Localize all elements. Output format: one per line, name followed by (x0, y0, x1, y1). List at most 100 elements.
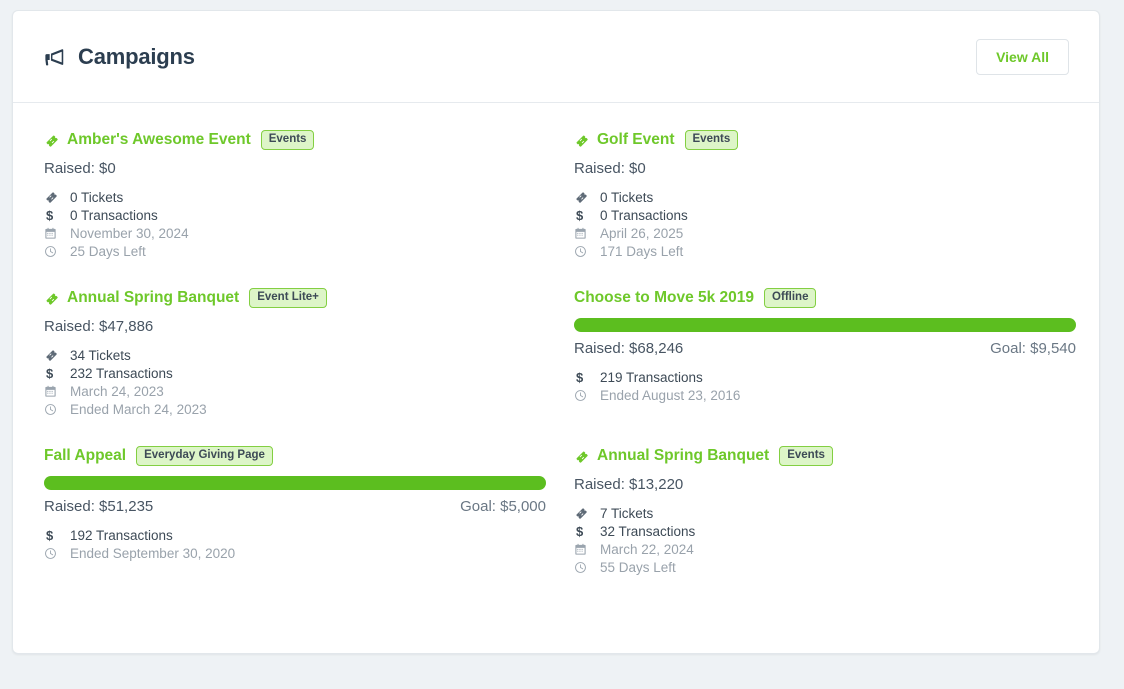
campaign-stat-row: $32 Transactions (574, 522, 1076, 540)
ticket-icon (574, 506, 592, 520)
campaign-stat-row: Ended August 23, 2016 (574, 386, 1076, 404)
ticket-icon (44, 190, 62, 204)
raised-amount: Raised: $47,886 (44, 318, 154, 335)
campaign-stat-text: 0 Transactions (70, 207, 158, 223)
campaign-title-row: Choose to Move 5k 2019 Offline (574, 287, 1076, 309)
campaign-type-badge: Events (779, 446, 833, 466)
campaign-stat-text: Ended August 23, 2016 (600, 387, 741, 403)
campaign-item: Fall Appeal Everyday Giving Page Raised: $… (44, 445, 546, 603)
ticket-icon (576, 451, 588, 463)
campaign-title-link[interactable]: Annual Spring Banquet (597, 447, 769, 465)
campaign-stat-text: 192 Transactions (70, 527, 173, 543)
campaign-stat-row: Ended September 30, 2020 (44, 544, 546, 562)
dollar-icon: $ (46, 207, 54, 223)
dollar-icon: $ (576, 369, 584, 385)
clock-icon (44, 547, 62, 560)
campaign-money-row: Raised: $0 (44, 160, 546, 177)
campaign-stat-row: 7 Tickets (574, 504, 1076, 522)
ticket-icon (46, 135, 58, 147)
campaign-stat-text: 7 Tickets (600, 505, 654, 521)
raised-amount: Raised: $68,246 (574, 340, 684, 357)
dollar-icon: $ (46, 365, 54, 381)
campaign-title-link[interactable]: Fall Appeal (44, 447, 126, 465)
goal-amount: Goal: $5,000 (460, 498, 546, 515)
campaign-title-link[interactable]: Golf Event (597, 131, 675, 149)
ticket-icon (574, 190, 592, 204)
campaign-stat-text: Ended March 24, 2023 (70, 401, 207, 417)
campaign-stat-text: 34 Tickets (70, 347, 131, 363)
campaign-stat-text: 25 Days Left (70, 243, 146, 259)
campaign-type-badge: Offline (764, 288, 817, 308)
campaign-stat-row: April 26, 2025 (574, 224, 1076, 242)
view-all-button[interactable]: View All (976, 38, 1069, 75)
campaign-stat-text: Ended September 30, 2020 (70, 545, 236, 561)
campaign-stat-text: 55 Days Left (600, 559, 676, 575)
campaign-title-link[interactable]: Choose to Move 5k 2019 (574, 289, 754, 307)
campaign-stat-row: 171 Days Left (574, 242, 1076, 260)
clock-icon (574, 245, 592, 258)
clock-icon (44, 403, 62, 416)
page-title: Campaigns (78, 43, 195, 69)
campaign-item: Annual Spring Banquet Events Raised: $13,2… (574, 445, 1076, 603)
campaign-stat-text: 219 Transactions (600, 369, 703, 385)
campaign-stat-text: 32 Transactions (600, 523, 696, 539)
campaign-stat-row: March 24, 2023 (44, 382, 546, 400)
campaign-stat-row: $219 Transactions (574, 368, 1076, 386)
raised-amount: Raised: $51,235 (44, 498, 154, 515)
campaign-grid: Amber's Awesome Event Events Raised: $0 0 T… (44, 129, 1076, 603)
card-header: Campaigns View All (13, 11, 1099, 103)
campaign-stat-row: 25 Days Left (44, 242, 546, 260)
campaign-title-link[interactable]: Annual Spring Banquet (67, 289, 239, 307)
campaign-money-row: Raised: $0 (574, 160, 1076, 177)
campaign-type-badge: Event Lite+ (249, 288, 327, 308)
campaign-title-row: Annual Spring Banquet Event Lite+ (44, 287, 546, 309)
campaign-stat-text: 0 Tickets (70, 189, 124, 205)
campaign-stats-list: 0 Tickets $0 Transactions April 26, 2025 17… (574, 188, 1076, 260)
clock-icon (574, 389, 592, 402)
dollar-icon: $ (576, 523, 584, 539)
campaign-stats-list: 34 Tickets $232 Transactions March 24, 202… (44, 346, 546, 418)
campaign-title-row: Golf Event Events (574, 129, 1076, 151)
campaign-stats-list: $192 Transactions Ended September 30, 202… (44, 526, 546, 562)
campaigns-card: Campaigns View All Amber's Awesome Event… (12, 10, 1100, 654)
raised-amount: Raised: $0 (44, 160, 116, 177)
campaign-stat-row: Ended March 24, 2023 (44, 400, 546, 418)
campaign-title-link[interactable]: Amber's Awesome Event (67, 131, 251, 149)
ticket-icon (44, 348, 62, 362)
campaign-title-row: Fall Appeal Everyday Giving Page (44, 445, 546, 467)
campaign-stat-text: November 30, 2024 (70, 225, 189, 241)
campaign-stat-text: April 26, 2025 (600, 225, 684, 241)
campaign-stat-row: $0 Transactions (44, 206, 546, 224)
campaign-stat-text: 0 Tickets (600, 189, 654, 205)
calendar-icon (574, 543, 592, 556)
raised-amount: Raised: $13,220 (574, 476, 684, 493)
dollar-icon: $ (46, 527, 54, 543)
calendar-icon (574, 227, 592, 240)
calendar-icon (44, 227, 62, 240)
ticket-icon (576, 135, 588, 147)
campaign-money-row: Raised: $51,235 Goal: $5,000 (44, 498, 546, 515)
ticket-icon (46, 293, 58, 305)
raised-amount: Raised: $0 (574, 160, 646, 177)
campaign-stat-row: 34 Tickets (44, 346, 546, 364)
campaign-stat-row: $0 Transactions (574, 206, 1076, 224)
campaign-stat-row: 0 Tickets (574, 188, 1076, 206)
campaign-title-row: Annual Spring Banquet Events (574, 445, 1076, 467)
campaign-stat-row: 55 Days Left (574, 558, 1076, 576)
bullhorn-icon (44, 45, 66, 69)
campaign-item: Choose to Move 5k 2019 Offline Raised: $68… (574, 287, 1076, 445)
goal-amount: Goal: $9,540 (990, 340, 1076, 357)
calendar-icon (44, 385, 62, 398)
campaign-item: Golf Event Events Raised: $0 0 Tickets $0 Tr… (574, 129, 1076, 287)
progress-bar (44, 476, 546, 490)
clock-icon (574, 561, 592, 574)
campaign-type-badge: Events (260, 130, 315, 150)
campaign-item: Amber's Awesome Event Events Raised: $0 0 T… (44, 129, 546, 287)
campaign-stats-list: 7 Tickets $32 Transactions March 22, 2024 5… (574, 504, 1076, 576)
campaign-money-row: Raised: $13,220 (574, 476, 1076, 493)
card-body: Amber's Awesome Event Events Raised: $0 0 T… (13, 103, 1099, 603)
progress-bar (574, 318, 1076, 332)
campaign-stat-row: 0 Tickets (44, 188, 546, 206)
campaign-money-row: Raised: $68,246 Goal: $9,540 (574, 340, 1076, 357)
campaign-title-row: Amber's Awesome Event Events (44, 129, 546, 151)
